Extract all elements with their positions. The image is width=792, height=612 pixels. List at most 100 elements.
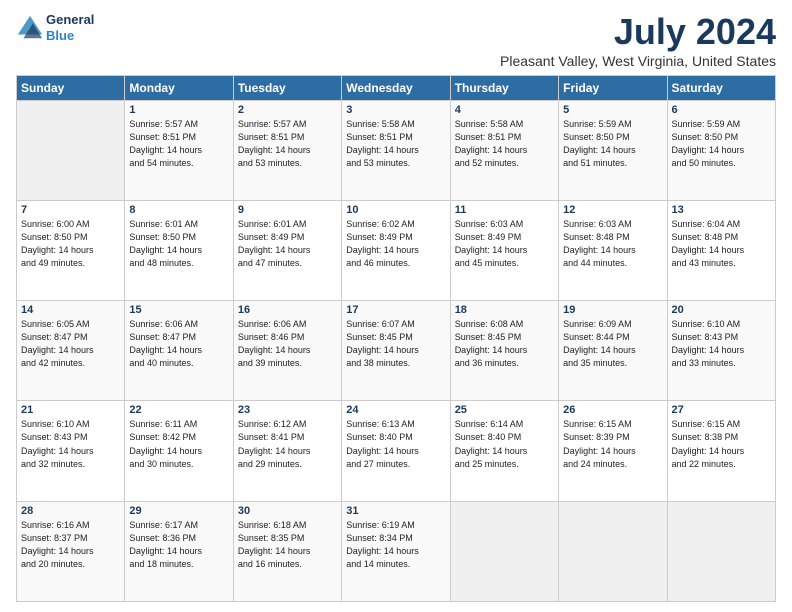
calendar-cell: 13 Sunrise: 6:04 AM Sunset: 8:48 PM Dayli… [667, 200, 775, 300]
day-number: 26 [563, 404, 662, 416]
calendar-cell: 9 Sunrise: 6:01 AM Sunset: 8:49 PM Daylig… [233, 200, 341, 300]
calendar-cell: 19 Sunrise: 6:09 AM Sunset: 8:44 PM Dayli… [559, 301, 667, 401]
calendar-cell: 2Sunrise: 5:57 AM Sunset: 8:51 PM Daylig… [233, 100, 341, 200]
day-number: 19 [563, 304, 662, 316]
calendar-cell: 31 Sunrise: 6:19 AM Sunset: 8:34 PM Dayli… [342, 501, 450, 601]
day-info: Sunrise: 6:10 AM Sunset: 8:43 PM Dayligh… [21, 418, 120, 470]
day-number: 21 [21, 404, 120, 416]
calendar-table: SundayMondayTuesdayWednesdayThursdayFrid… [16, 75, 776, 602]
day-info: Sunrise: 6:06 AM Sunset: 8:47 PM Dayligh… [129, 318, 228, 370]
calendar-week-row: 21 Sunrise: 6:10 AM Sunset: 8:43 PM Dayli… [17, 401, 776, 501]
day-info: Sunrise: 6:01 AM Sunset: 8:50 PM Dayligh… [129, 218, 228, 270]
calendar-cell: 22 Sunrise: 6:11 AM Sunset: 8:42 PM Dayli… [125, 401, 233, 501]
page: General Blue July 2024 Pleasant Valley, … [0, 0, 792, 612]
day-number: 8 [129, 204, 228, 216]
day-info: Sunrise: 6:17 AM Sunset: 8:36 PM Dayligh… [129, 519, 228, 571]
day-number: 2 [238, 104, 337, 116]
calendar-cell: 25Sunrise: 6:14 AM Sunset: 8:40 PM Dayli… [450, 401, 558, 501]
day-info: Sunrise: 6:03 AM Sunset: 8:49 PM Dayligh… [455, 218, 554, 270]
calendar-week-row: 7 Sunrise: 6:00 AM Sunset: 8:50 PM Daylig… [17, 200, 776, 300]
day-number: 18 [455, 304, 554, 316]
day-info: Sunrise: 6:10 AM Sunset: 8:43 PM Dayligh… [672, 318, 771, 370]
calendar-cell: 1Sunrise: 5:57 AM Sunset: 8:51 PM Daylig… [125, 100, 233, 200]
main-title: July 2024 [500, 12, 776, 52]
day-number: 20 [672, 304, 771, 316]
day-info: Sunrise: 6:12 AM Sunset: 8:41 PM Dayligh… [238, 418, 337, 470]
day-info: Sunrise: 6:05 AM Sunset: 8:47 PM Dayligh… [21, 318, 120, 370]
day-number: 30 [238, 505, 337, 517]
logo-text: General Blue [46, 12, 94, 43]
logo-icon [16, 14, 44, 42]
calendar-cell [667, 501, 775, 601]
calendar-cell: 12 Sunrise: 6:03 AM Sunset: 8:48 PM Dayli… [559, 200, 667, 300]
day-info: Sunrise: 5:57 AM Sunset: 8:51 PM Dayligh… [129, 118, 228, 170]
day-info: Sunrise: 6:06 AM Sunset: 8:46 PM Dayligh… [238, 318, 337, 370]
day-number: 12 [563, 204, 662, 216]
calendar-day-header: Saturday [667, 75, 775, 100]
calendar-cell: 28 Sunrise: 6:16 AM Sunset: 8:37 PM Dayli… [17, 501, 125, 601]
calendar-cell: 30 Sunrise: 6:18 AM Sunset: 8:35 PM Dayli… [233, 501, 341, 601]
day-info: Sunrise: 6:03 AM Sunset: 8:48 PM Dayligh… [563, 218, 662, 270]
day-number: 22 [129, 404, 228, 416]
calendar-week-row: 14 Sunrise: 6:05 AM Sunset: 8:47 PM Dayli… [17, 301, 776, 401]
day-info: Sunrise: 6:15 AM Sunset: 8:38 PM Dayligh… [672, 418, 771, 470]
calendar-day-header: Wednesday [342, 75, 450, 100]
day-number: 16 [238, 304, 337, 316]
day-info: Sunrise: 6:15 AM Sunset: 8:39 PM Dayligh… [563, 418, 662, 470]
calendar-cell: 4Sunrise: 5:58 AM Sunset: 8:51 PM Daylig… [450, 100, 558, 200]
calendar-cell: 16 Sunrise: 6:06 AM Sunset: 8:46 PM Dayli… [233, 301, 341, 401]
calendar-week-row: 28 Sunrise: 6:16 AM Sunset: 8:37 PM Dayli… [17, 501, 776, 601]
calendar-cell: 18 Sunrise: 6:08 AM Sunset: 8:45 PM Dayli… [450, 301, 558, 401]
day-info: Sunrise: 5:59 AM Sunset: 8:50 PM Dayligh… [672, 118, 771, 170]
day-info: Sunrise: 6:08 AM Sunset: 8:45 PM Dayligh… [455, 318, 554, 370]
day-number: 15 [129, 304, 228, 316]
day-info: Sunrise: 6:19 AM Sunset: 8:34 PM Dayligh… [346, 519, 445, 571]
calendar-cell: 26 Sunrise: 6:15 AM Sunset: 8:39 PM Dayli… [559, 401, 667, 501]
day-info: Sunrise: 6:18 AM Sunset: 8:35 PM Dayligh… [238, 519, 337, 571]
calendar-cell [450, 501, 558, 601]
day-number: 4 [455, 104, 554, 116]
logo-line2: Blue [46, 28, 74, 43]
day-info: Sunrise: 6:16 AM Sunset: 8:37 PM Dayligh… [21, 519, 120, 571]
calendar-cell: 7 Sunrise: 6:00 AM Sunset: 8:50 PM Daylig… [17, 200, 125, 300]
calendar-day-header: Tuesday [233, 75, 341, 100]
calendar-cell: 15 Sunrise: 6:06 AM Sunset: 8:47 PM Dayli… [125, 301, 233, 401]
day-number: 17 [346, 304, 445, 316]
day-number: 31 [346, 505, 445, 517]
day-number: 7 [21, 204, 120, 216]
calendar-cell: 5Sunrise: 5:59 AM Sunset: 8:50 PM Daylig… [559, 100, 667, 200]
calendar-cell [559, 501, 667, 601]
day-info: Sunrise: 6:01 AM Sunset: 8:49 PM Dayligh… [238, 218, 337, 270]
calendar-header-row: SundayMondayTuesdayWednesdayThursdayFrid… [17, 75, 776, 100]
calendar-cell: 23Sunrise: 6:12 AM Sunset: 8:41 PM Dayli… [233, 401, 341, 501]
calendar-cell: 8 Sunrise: 6:01 AM Sunset: 8:50 PM Daylig… [125, 200, 233, 300]
calendar-day-header: Friday [559, 75, 667, 100]
title-area: July 2024 Pleasant Valley, West Virginia… [500, 12, 776, 69]
day-info: Sunrise: 6:00 AM Sunset: 8:50 PM Dayligh… [21, 218, 120, 270]
day-number: 24 [346, 404, 445, 416]
calendar-cell: 20 Sunrise: 6:10 AM Sunset: 8:43 PM Dayli… [667, 301, 775, 401]
day-info: Sunrise: 6:07 AM Sunset: 8:45 PM Dayligh… [346, 318, 445, 370]
calendar-cell: 10Sunrise: 6:02 AM Sunset: 8:49 PM Dayli… [342, 200, 450, 300]
day-info: Sunrise: 5:59 AM Sunset: 8:50 PM Dayligh… [563, 118, 662, 170]
calendar-cell: 11 Sunrise: 6:03 AM Sunset: 8:49 PM Dayli… [450, 200, 558, 300]
day-number: 13 [672, 204, 771, 216]
calendar-day-header: Monday [125, 75, 233, 100]
day-info: Sunrise: 6:11 AM Sunset: 8:42 PM Dayligh… [129, 418, 228, 470]
calendar-cell: 6Sunrise: 5:59 AM Sunset: 8:50 PM Daylig… [667, 100, 775, 200]
day-info: Sunrise: 5:58 AM Sunset: 8:51 PM Dayligh… [346, 118, 445, 170]
day-number: 9 [238, 204, 337, 216]
subtitle: Pleasant Valley, West Virginia, United S… [500, 53, 776, 69]
day-number: 11 [455, 204, 554, 216]
day-number: 14 [21, 304, 120, 316]
logo: General Blue [16, 12, 94, 43]
day-info: Sunrise: 6:09 AM Sunset: 8:44 PM Dayligh… [563, 318, 662, 370]
calendar-cell: 24 Sunrise: 6:13 AM Sunset: 8:40 PM Dayli… [342, 401, 450, 501]
day-info: Sunrise: 6:04 AM Sunset: 8:48 PM Dayligh… [672, 218, 771, 270]
day-number: 29 [129, 505, 228, 517]
header: General Blue July 2024 Pleasant Valley, … [16, 12, 776, 69]
day-number: 10 [346, 204, 445, 216]
day-info: Sunrise: 6:13 AM Sunset: 8:40 PM Dayligh… [346, 418, 445, 470]
day-number: 28 [21, 505, 120, 517]
day-number: 3 [346, 104, 445, 116]
